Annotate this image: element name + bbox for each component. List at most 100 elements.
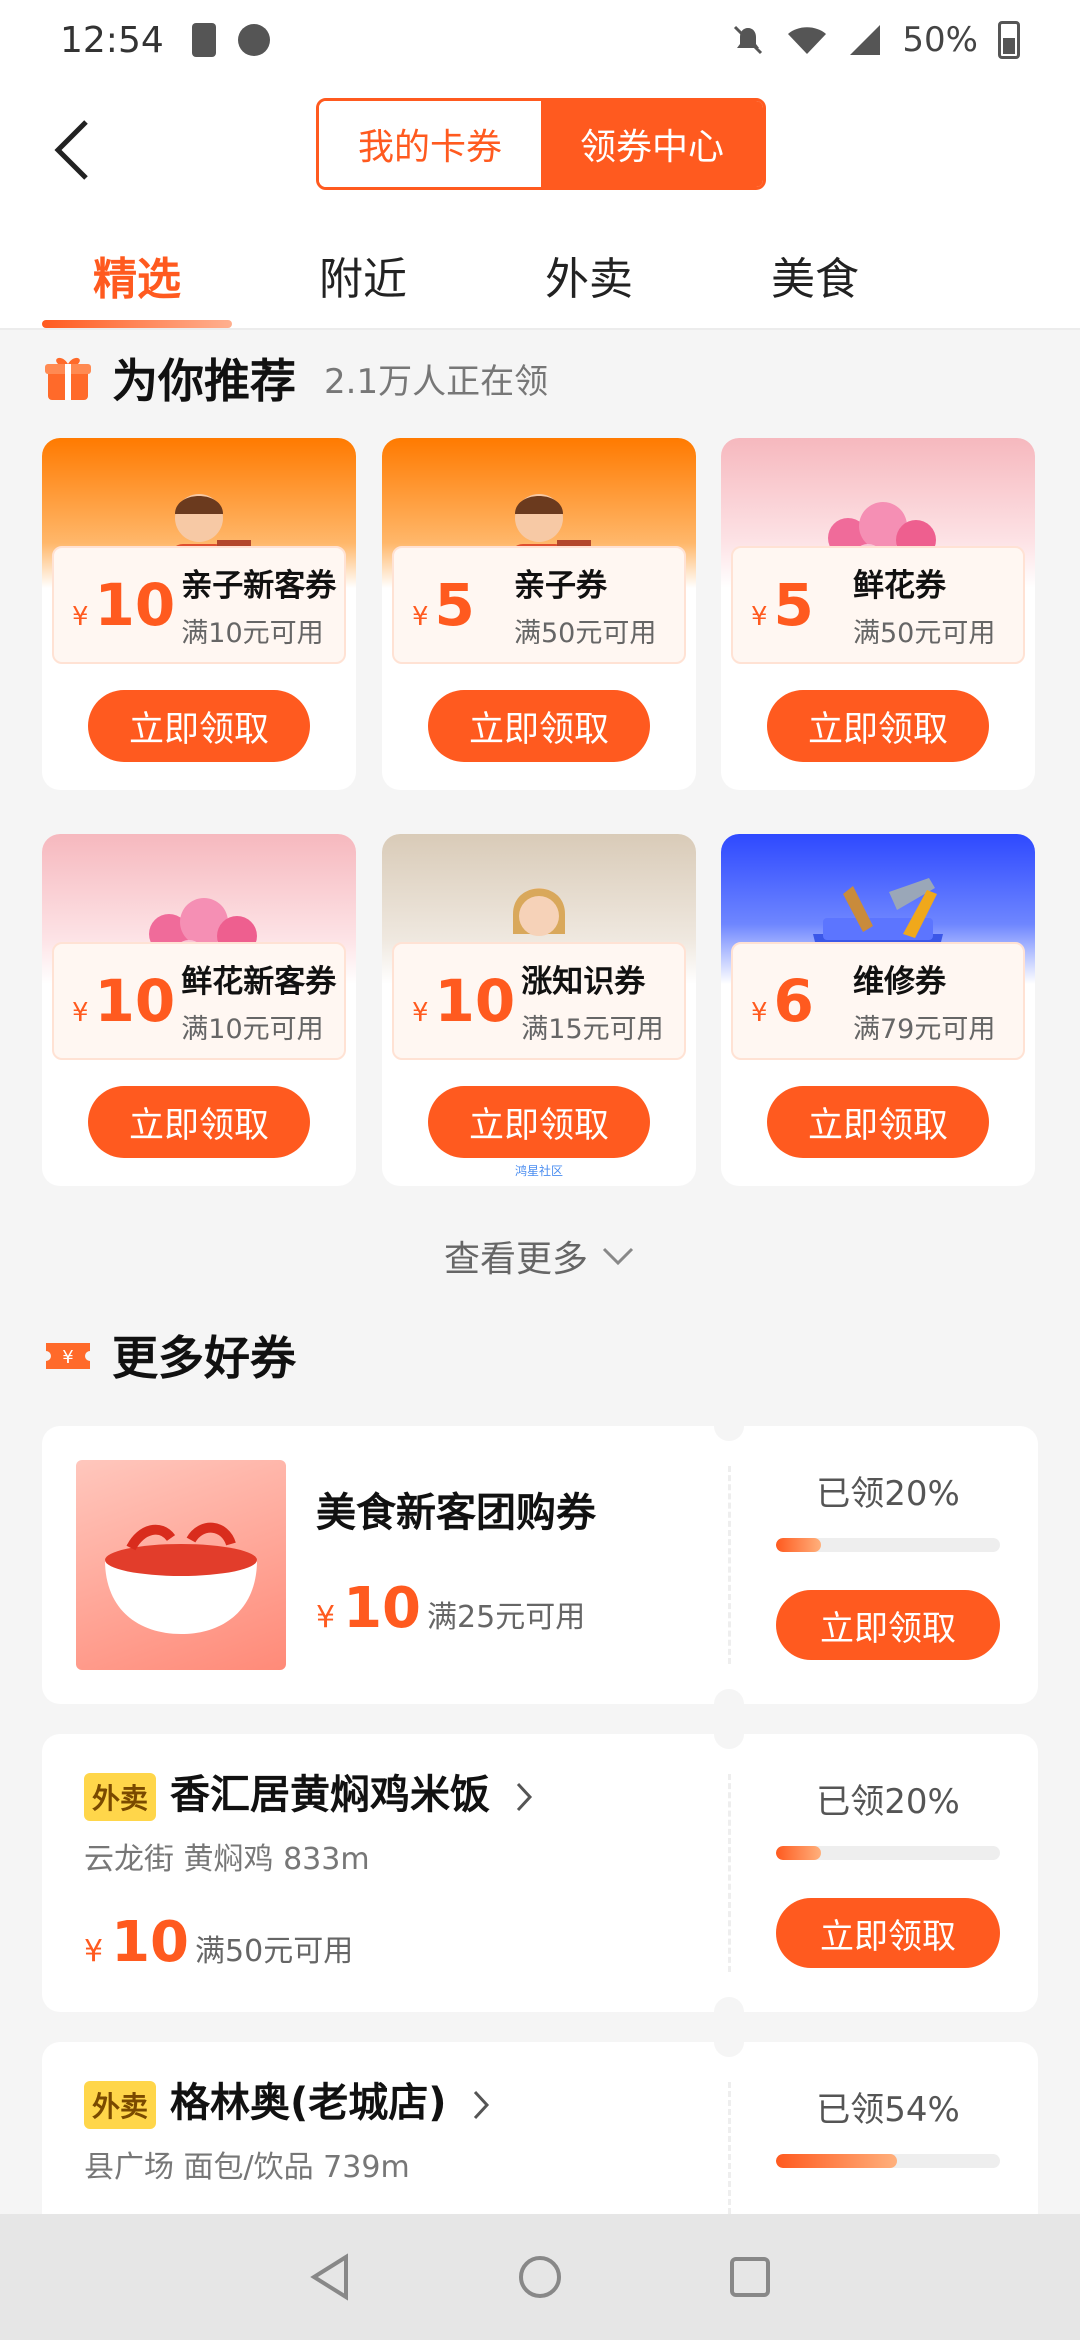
coupon-card: ¥10 亲子新客券 满10元可用 立即领取: [42, 438, 356, 790]
coupon-title: 美食新客团购券: [316, 1490, 596, 1536]
coupon-box: ¥5 鲜花券 满50元可用: [731, 546, 1025, 664]
currency-symbol: ¥: [751, 602, 768, 632]
coupon-condition: 满50元可用: [853, 618, 996, 649]
system-nav-bar: [0, 2214, 1080, 2340]
nav-home-button[interactable]: [510, 2247, 570, 2307]
claimed-progress-bar: [776, 2154, 1000, 2168]
svg-text:¥: ¥: [62, 1347, 73, 1368]
coupon-amount: 10: [94, 571, 176, 639]
triangle-back-icon: [310, 2253, 348, 2301]
currency-symbol: ¥: [72, 998, 89, 1028]
coupon-amount: 10: [434, 967, 516, 1035]
claimed-percent: 已领20%: [816, 1782, 960, 1822]
coupon-title: 维修券: [853, 964, 946, 1000]
tab-featured[interactable]: 精选: [42, 220, 232, 330]
claim-button[interactable]: 立即领取: [88, 1086, 310, 1158]
claim-button[interactable]: 立即领取: [776, 1590, 1000, 1660]
list-item: 外卖 香汇居黄焖鸡米饭 云龙街 黄焖鸡 833m ¥ 10 满50元可用 已领20…: [42, 1734, 1038, 2012]
coupon-condition: 满10元可用: [181, 1014, 324, 1045]
category-tabs: 精选 附近 外卖 美食: [0, 220, 1080, 330]
coupon-box: ¥6 维修券 满79元可用: [731, 942, 1025, 1060]
store-title-row[interactable]: 外卖 香汇居黄焖鸡米饭: [84, 1762, 534, 1821]
segment-coupon-center[interactable]: 领券中心: [541, 101, 763, 187]
coupon-card: ¥10 鲜花新客券 满10元可用 立即领取: [42, 834, 356, 1186]
coupon-card: ¥6 维修券 满79元可用 立即领取: [721, 834, 1035, 1186]
takeout-tag: 外卖: [84, 1773, 157, 1821]
watermark-text: 鸿星社区: [514, 1164, 563, 1178]
store-name: 格林奥(老城店): [170, 2080, 447, 2126]
claimed-progress-bar: [776, 1846, 1000, 1860]
claimed-percent: 已领20%: [816, 1474, 960, 1514]
tab-takeout[interactable]: 外卖: [494, 220, 684, 330]
coupon-amount: 6: [773, 967, 814, 1035]
view-more-label: 查看更多: [443, 1239, 588, 1280]
coupon-condition: 满50元可用: [195, 1934, 354, 1969]
coupon-condition: 满50元可用: [514, 618, 657, 649]
claimed-progress-bar: [776, 1538, 1000, 1552]
coupon-card: ¥5 鲜花券 满50元可用 立即领取: [721, 438, 1035, 790]
claim-button[interactable]: 立即领取: [428, 690, 650, 762]
circle-home-icon: [519, 2256, 561, 2298]
coupon-box: ¥5 亲子券 满50元可用: [392, 546, 686, 664]
coupon-title: 鲜花券: [853, 568, 946, 604]
claim-button[interactable]: 立即领取: [428, 1086, 650, 1158]
message-icon: [237, 24, 270, 56]
coupon-box: ¥10 鲜花新客券 满10元可用: [52, 942, 346, 1060]
tab-nearby[interactable]: 附近: [268, 220, 458, 330]
coupon-amount-row: ¥ 10 满25元可用: [316, 1576, 586, 1641]
store-title-row[interactable]: 外卖 格林奥(老城店): [84, 2070, 491, 2129]
list-item: 外卖 格林奥(老城店) 县广场 面包/饮品 739m 已领54%: [42, 2042, 1038, 2214]
coupon-condition: 满10元可用: [181, 618, 324, 649]
tab-food[interactable]: 美食: [720, 220, 910, 330]
view-more-button[interactable]: 查看更多: [0, 1230, 1080, 1282]
back-button[interactable]: [44, 110, 100, 190]
list-item: 美食新客团购券 ¥ 10 满25元可用 已领20% 立即领取: [42, 1426, 1038, 1704]
claim-button[interactable]: 立即领取: [767, 690, 989, 762]
coupon-box: ¥10 涨知识券 满15元可用: [392, 942, 686, 1060]
nav-recents-button[interactable]: [720, 2247, 780, 2307]
coupon-amount: 10: [94, 967, 176, 1035]
coupon-ticket-icon: ¥: [46, 1343, 90, 1369]
more-coupons-title: 更多好券: [112, 1331, 296, 1385]
store-name: 香汇居黄焖鸡米饭: [170, 1772, 491, 1818]
recommend-header: 为你推荐 2.1万人正在领: [42, 345, 548, 411]
coupon-amount: 5: [773, 571, 814, 639]
status-bar: 12:54 50%: [0, 0, 1080, 80]
coupon-card: ¥5 亲子券 满50元可用 立即领取: [382, 438, 696, 790]
claim-button[interactable]: 立即领取: [776, 1898, 1000, 1968]
coupon-amount: 10: [111, 1910, 190, 1975]
battery-saver-icon: [191, 23, 216, 57]
coupon-amount: 10: [343, 1576, 422, 1641]
crayfish-bowl-image: [76, 1460, 286, 1670]
coupon-segment: 我的卡券 领券中心: [316, 98, 766, 190]
header: 我的卡券 领券中心 精选 附近 外卖 美食: [0, 80, 1080, 330]
chevron-down-icon: [602, 1247, 634, 1266]
mute-bell-icon: [734, 25, 763, 55]
currency-symbol: ¥: [751, 998, 768, 1028]
recommend-title: 为你推荐: [112, 354, 296, 408]
coupon-condition: 满25元可用: [427, 1600, 586, 1635]
coupon-amount: 5: [434, 571, 475, 639]
coupon-condition: 满15元可用: [521, 1014, 664, 1045]
segment-my-coupons[interactable]: 我的卡券: [319, 101, 541, 187]
claim-button[interactable]: 立即领取: [767, 1086, 989, 1158]
coupon-condition: 满79元可用: [853, 1014, 996, 1045]
coupon-title: 亲子新客券: [181, 568, 337, 604]
more-coupons-header: ¥ 更多好券: [42, 1322, 296, 1388]
currency-symbol: ¥: [412, 602, 429, 632]
wifi-icon: [788, 27, 827, 54]
battery-icon: [998, 21, 1020, 59]
coupon-amount-row: ¥ 10 满50元可用: [84, 1910, 354, 1975]
claimed-percent: 已领54%: [816, 2090, 960, 2130]
active-tab-indicator: [42, 320, 232, 328]
takeout-tag: 外卖: [84, 2081, 157, 2129]
gift-icon: [45, 357, 91, 400]
claim-button[interactable]: 立即领取: [88, 690, 310, 762]
currency-symbol: ¥: [412, 998, 429, 1028]
coupon-box: ¥10 亲子新客券 满10元可用: [52, 546, 346, 664]
chevron-right-icon: [516, 1782, 532, 1812]
nav-back-button[interactable]: [300, 2247, 360, 2307]
battery-percent: 50%: [902, 20, 978, 60]
coupon-title: 鲜花新客券: [181, 964, 337, 1000]
coupon-title: 涨知识券: [521, 964, 646, 1000]
